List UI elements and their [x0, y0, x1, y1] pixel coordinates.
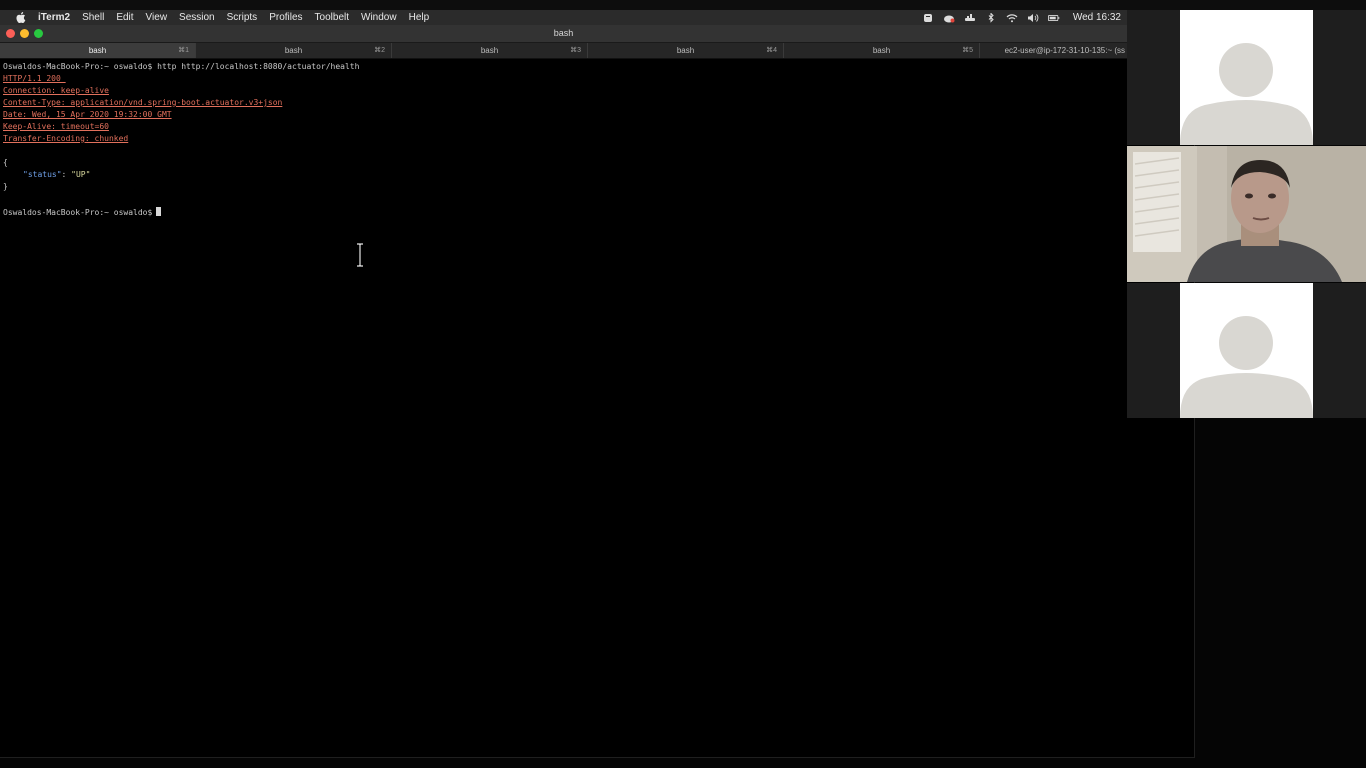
tab-shortcut: ⌘3: [570, 47, 581, 54]
bluetooth-icon[interactable]: [985, 12, 997, 23]
tab-ssh-ec2[interactable]: ec2-user@ip-172-31-10-135:~ (ss: [980, 43, 1127, 58]
menu-view[interactable]: View: [146, 10, 168, 25]
text-cursor-icon: [357, 243, 363, 267]
tab-label: bash: [88, 46, 107, 55]
tab-shortcut: ⌘4: [766, 47, 777, 54]
command-line: Oswaldos-MacBook-Pro:~ oswaldo$ http htt…: [3, 62, 359, 72]
default-avatar-icon: [1180, 316, 1313, 418]
tab-bash-5[interactable]: bash ⌘5: [784, 43, 980, 58]
json-separator: :: [61, 170, 72, 179]
creative-cloud-icon[interactable]: [943, 13, 955, 23]
json-open-brace: {: [3, 158, 8, 167]
tab-label: bash: [676, 46, 695, 55]
response-status-line: HTTP/1.1 200: [3, 74, 66, 83]
header-content-type: Content-Type: application/vnd.spring-boo…: [3, 98, 283, 107]
menu-window[interactable]: Window: [361, 10, 397, 25]
window-title: bash: [553, 28, 574, 38]
wifi-icon[interactable]: [1006, 13, 1018, 23]
volume-icon[interactable]: [1027, 13, 1039, 23]
docker-icon[interactable]: [964, 13, 976, 23]
tab-shortcut: ⌘5: [962, 47, 973, 54]
tab-bash-3[interactable]: bash ⌘3: [392, 43, 588, 58]
video-call-panel: [1127, 10, 1366, 418]
menu-profiles[interactable]: Profiles: [269, 10, 302, 25]
menu-shell[interactable]: Shell: [82, 10, 104, 25]
tab-shortcut: ⌘1: [178, 47, 189, 54]
prompt: Oswaldos-MacBook-Pro:~ oswaldo$: [3, 208, 153, 217]
header-transfer-encoding: Transfer-Encoding: chunked: [3, 134, 129, 143]
participant-avatar: [1180, 283, 1313, 418]
menu-scripts[interactable]: Scripts: [227, 10, 258, 25]
terminal-cursor: [156, 207, 162, 216]
participant-video-feed: [1127, 146, 1366, 282]
header-keep-alive: Keep-Alive: timeout=60: [3, 122, 109, 131]
menu-bar: iTerm2 Shell Edit View Session Scripts P…: [0, 10, 1127, 25]
tab-bash-4[interactable]: bash ⌘4: [588, 43, 784, 58]
json-status-line: "status": "UP": [23, 170, 90, 180]
tab-label: ec2-user@ip-172-31-10-135:~ (ss: [1004, 46, 1125, 55]
active-prompt-line[interactable]: Oswaldos-MacBook-Pro:~ oswaldo$: [3, 207, 162, 218]
letterbox-top: [0, 0, 1366, 10]
participant-tile-2-video[interactable]: [1127, 146, 1366, 282]
participant-tile-3[interactable]: [1127, 283, 1366, 418]
tab-bash-2[interactable]: bash ⌘2: [196, 43, 392, 58]
menu-app-iterm2[interactable]: iTerm2: [38, 10, 70, 25]
menu-toolbelt[interactable]: Toolbelt: [315, 10, 349, 25]
battery-icon[interactable]: [1047, 13, 1060, 23]
tab-bar: bash ⌘1 bash ⌘2 bash ⌘3 bash ⌘4 bash ⌘5 …: [0, 43, 1127, 59]
tab-label: bash: [284, 46, 303, 55]
tab-label: bash: [480, 46, 499, 55]
terminal-output[interactable]: Oswaldos-MacBook-Pro:~ oswaldo$ http htt…: [0, 59, 1195, 758]
header-date: Date: Wed, 15 Apr 2020 19:32:00 GMT: [3, 110, 172, 119]
status-area: Wed 16:32: [922, 10, 1127, 25]
default-avatar-icon: [1180, 43, 1313, 145]
tab-label: bash: [872, 46, 891, 55]
menubar-clock[interactable]: Wed 16:32: [1073, 10, 1121, 25]
header-connection: Connection: keep-alive: [3, 86, 109, 95]
evernote-icon[interactable]: [922, 13, 934, 23]
json-key: "status": [23, 170, 62, 179]
tab-shortcut: ⌘2: [374, 47, 385, 54]
menu-help[interactable]: Help: [409, 10, 430, 25]
json-close-brace: }: [3, 182, 8, 191]
menu-edit[interactable]: Edit: [116, 10, 133, 25]
command: http http://localhost:8080/actuator/heal…: [157, 62, 360, 71]
json-value: "UP": [71, 170, 91, 179]
menu-session[interactable]: Session: [179, 10, 215, 25]
prompt: Oswaldos-MacBook-Pro:~ oswaldo$: [3, 62, 153, 71]
participant-avatar: [1180, 10, 1313, 145]
window-titlebar[interactable]: bash: [0, 25, 1127, 43]
participant-tile-1[interactable]: [1127, 10, 1366, 145]
tab-bash-1[interactable]: bash ⌘1: [0, 43, 196, 58]
apple-icon[interactable]: [14, 12, 28, 23]
